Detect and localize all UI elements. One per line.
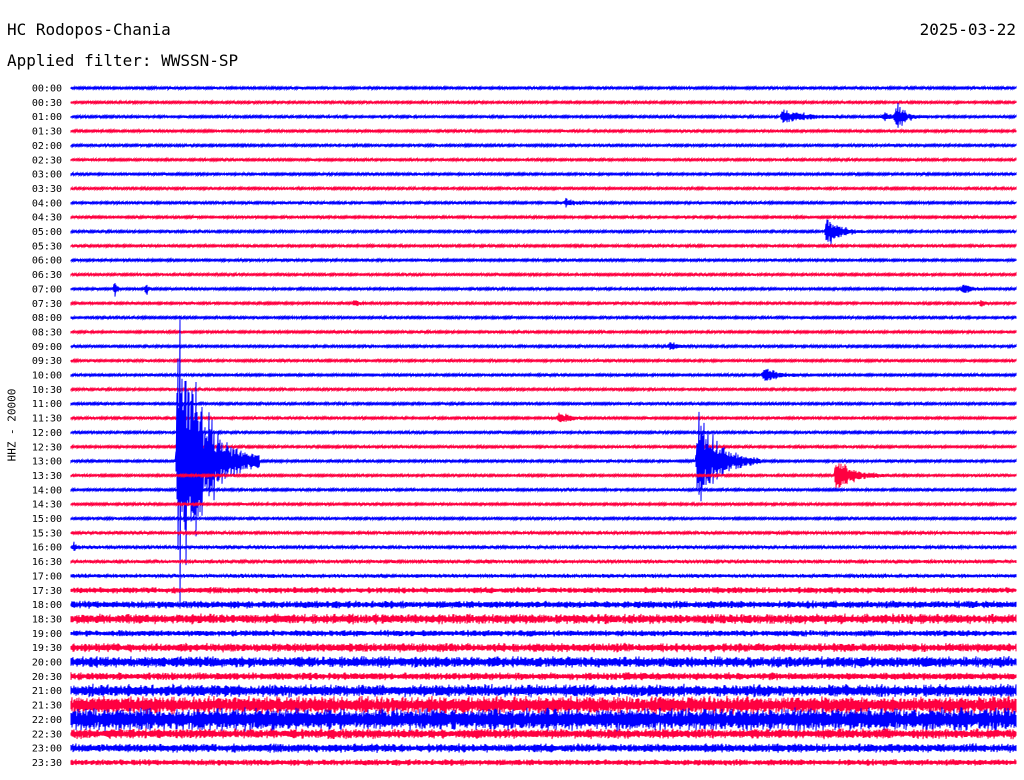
tick-label: 21:00 <box>32 686 62 697</box>
tick-label: 05:00 <box>32 227 62 238</box>
tick-label: 19:00 <box>32 629 62 640</box>
trace-0500 <box>70 219 1017 245</box>
tick-label: 08:00 <box>32 313 62 324</box>
tick-label: 15:30 <box>32 528 62 539</box>
tick-label: 06:30 <box>32 270 62 281</box>
trace-0700 <box>70 282 1017 297</box>
tick-label: 18:30 <box>32 614 62 625</box>
trace-1430 <box>70 500 1017 508</box>
trace-2000 <box>70 655 1017 669</box>
tick-label: 16:30 <box>32 557 62 568</box>
tick-label: 03:30 <box>32 184 62 195</box>
tick-label: 15:00 <box>32 514 62 525</box>
tick-label: 23:00 <box>32 744 62 755</box>
tick-label: 01:00 <box>32 112 62 123</box>
tick-label: 02:30 <box>32 155 62 166</box>
trace-1530 <box>70 529 1017 537</box>
tick-label: 22:00 <box>32 715 62 726</box>
tick-label: 00:00 <box>32 84 62 95</box>
trace-1900 <box>70 629 1017 637</box>
trace-2100 <box>70 683 1017 698</box>
trace-1100 <box>70 400 1017 407</box>
tick-label: 06:00 <box>32 256 62 267</box>
tick-label: 12:00 <box>32 428 62 439</box>
trace-0530 <box>70 242 1017 250</box>
trace-1600 <box>70 541 1017 551</box>
tick-label: 02:00 <box>32 141 62 152</box>
tick-label: 16:00 <box>32 543 62 554</box>
trace-2200 <box>70 707 1017 733</box>
trace-1130 <box>70 412 1017 423</box>
trace-1930 <box>70 642 1017 653</box>
trace-0900 <box>70 342 1017 350</box>
tick-label: 09:00 <box>32 342 62 353</box>
trace-2330 <box>70 758 1017 766</box>
tick-label: 18:00 <box>32 600 62 611</box>
trace-0830 <box>70 328 1017 336</box>
tick-label: 22:30 <box>32 729 62 740</box>
trace-0330 <box>70 185 1017 192</box>
tick-label: 23:30 <box>32 758 62 769</box>
tick-label: 07:30 <box>32 299 62 310</box>
tick-label: 14:00 <box>32 485 62 496</box>
trace-1400 <box>70 486 1017 494</box>
trace-0300 <box>70 170 1017 178</box>
tick-label: 17:00 <box>32 571 62 582</box>
tick-label: 11:00 <box>32 399 62 410</box>
trace-1030 <box>70 386 1017 393</box>
tick-label: 11:30 <box>32 414 62 425</box>
trace-0200 <box>70 142 1017 149</box>
tick-label: 13:00 <box>32 457 62 468</box>
tick-label: 20:30 <box>32 672 62 683</box>
trace-2300 <box>70 743 1017 753</box>
trace-2030 <box>70 672 1017 681</box>
trace-0630 <box>70 271 1017 278</box>
trace-0000 <box>70 84 1017 92</box>
tick-label: 17:30 <box>32 586 62 597</box>
trace-0130 <box>70 127 1017 135</box>
trace-0430 <box>70 213 1017 221</box>
trace-1000 <box>70 368 1017 381</box>
helicorder-plot: 00:00 00:30 01:00 01:30 02:00 02:30 03:00 03:30… <box>32 84 1017 769</box>
tick-label: 14:30 <box>32 500 62 511</box>
tick-label: 07:00 <box>32 284 62 295</box>
trace-0730 <box>70 299 1017 307</box>
tick-label: 20:00 <box>32 658 62 669</box>
trace-1700 <box>70 572 1017 580</box>
trace-1800 <box>70 600 1017 609</box>
tick-label: 13:30 <box>32 471 62 482</box>
tick-label: 04:00 <box>32 198 62 209</box>
tick-label: 21:30 <box>32 701 62 712</box>
tick-label: 04:30 <box>32 213 62 224</box>
trace-1830 <box>70 613 1017 625</box>
tick-label: 03:00 <box>32 170 62 181</box>
tick-label: 12:30 <box>32 442 62 453</box>
trace-0400 <box>70 197 1017 208</box>
tick-label: 09:30 <box>32 356 62 367</box>
tick-label: 08:30 <box>32 327 62 338</box>
trace-1500 <box>70 515 1017 522</box>
trace-0230 <box>70 156 1017 164</box>
trace-1730 <box>70 586 1017 594</box>
trace-1630 <box>70 558 1017 565</box>
trace-1200 <box>70 429 1017 436</box>
trace-0600 <box>70 257 1017 264</box>
tick-label: 10:00 <box>32 371 62 382</box>
trace-0800 <box>70 314 1017 321</box>
trace-2230 <box>70 728 1017 740</box>
trace-0030 <box>70 99 1017 106</box>
tick-label: 10:30 <box>32 385 62 396</box>
tick-label: 00:30 <box>32 98 62 109</box>
trace-0100 <box>70 102 1017 128</box>
tick-label: 05:30 <box>32 241 62 252</box>
tick-label: 01:30 <box>32 127 62 138</box>
trace-0930 <box>70 357 1017 364</box>
tick-label: 19:30 <box>32 643 62 654</box>
